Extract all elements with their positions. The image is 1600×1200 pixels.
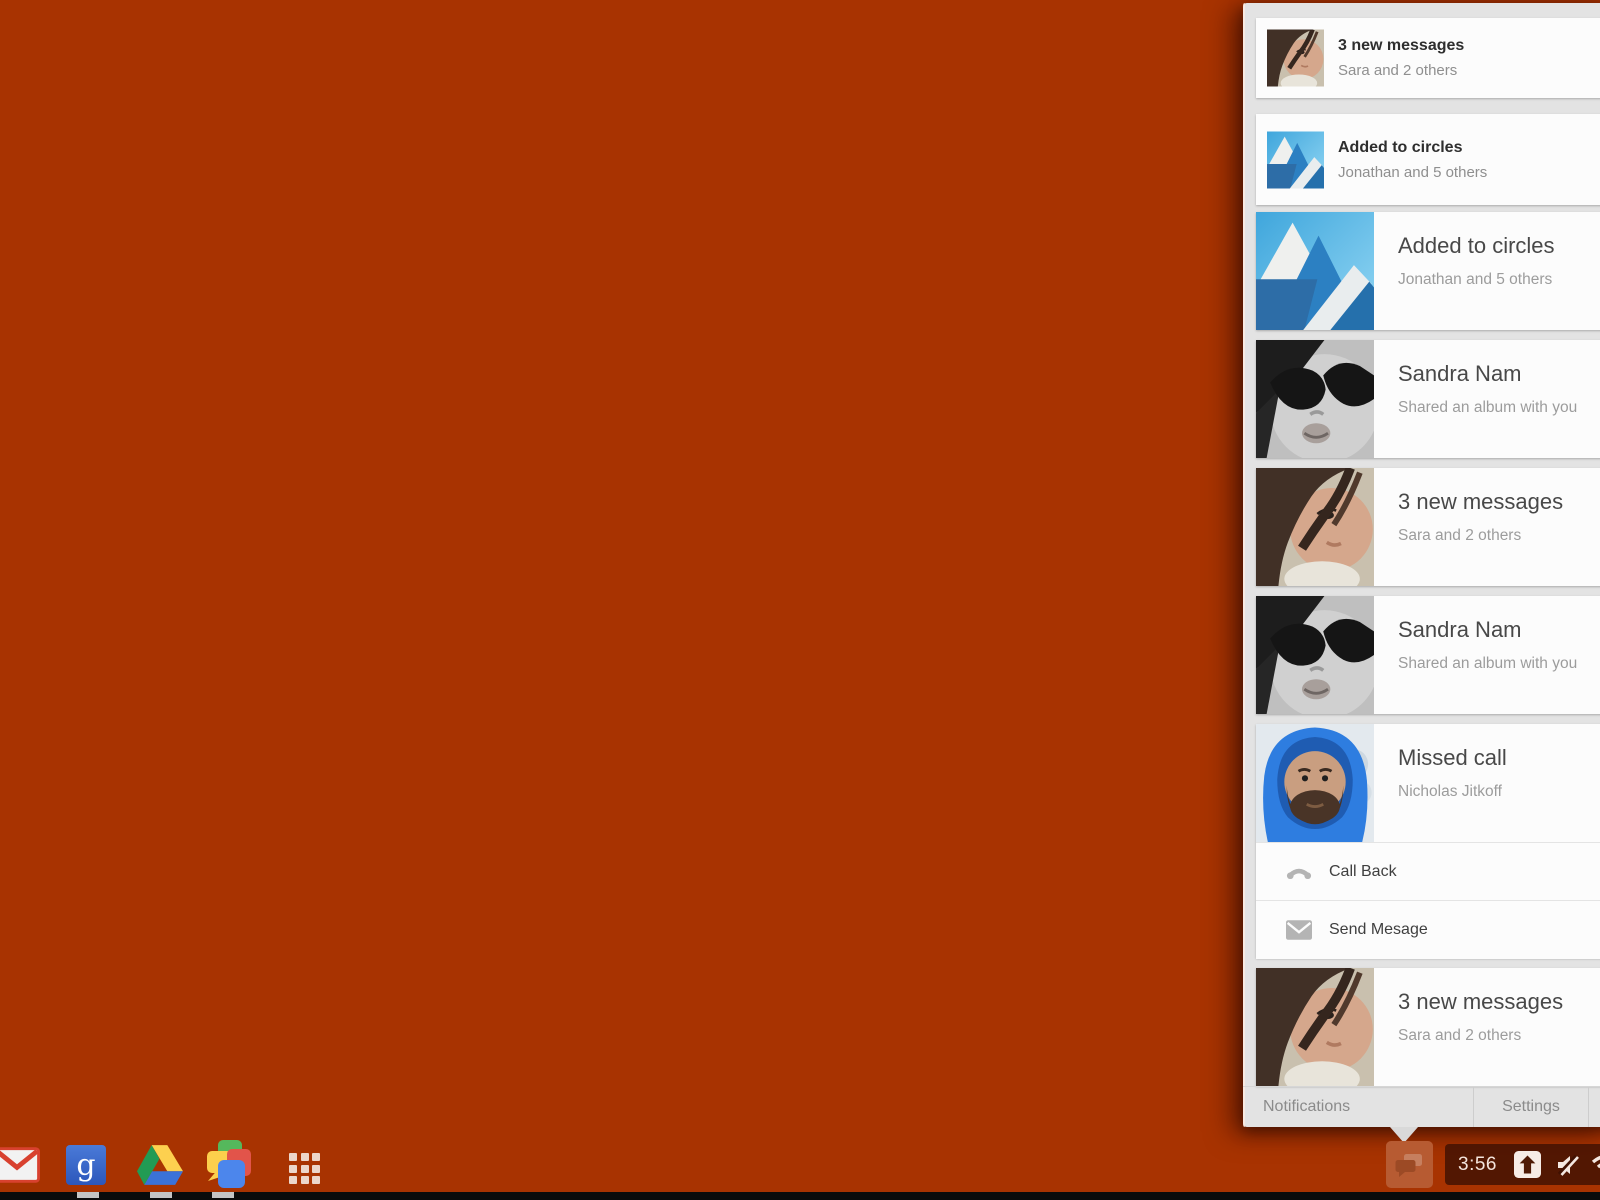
notification-card[interactable]: 3 new messages Sara and 2 others <box>1256 968 1600 1086</box>
notification-card[interactable]: Sandra Nam Shared an album with you <box>1256 596 1600 714</box>
mountain-logo <box>1256 212 1374 330</box>
phone-icon <box>1286 862 1312 882</box>
notification-action-send-mesage[interactable]: Send Mesage <box>1256 900 1600 959</box>
mail-icon <box>1286 920 1312 940</box>
notifications-tray-button[interactable] <box>1386 1141 1433 1188</box>
screen-bezel <box>0 1192 1600 1200</box>
notification-subtitle: Nicholas Jitkoff <box>1398 783 1507 801</box>
man-hood-avatar <box>1256 724 1374 842</box>
notification-title: Sandra Nam <box>1398 617 1577 643</box>
running-app-indicator <box>150 1192 172 1198</box>
notification-text: Added to circles Jonathan and 5 others <box>1398 233 1555 289</box>
clock: 3:56 <box>1458 1154 1497 1176</box>
notification-subtitle: Sara and 2 others <box>1398 1027 1563 1045</box>
notification-card[interactable]: Missed call Nicholas Jitkoff Call Back Se… <box>1256 724 1600 958</box>
panel-edge-highlight <box>1243 3 1245 1127</box>
notification-subtitle: Jonathan and 5 others <box>1338 164 1487 181</box>
notification-title: 3 new messages <box>1338 37 1464 55</box>
notification-title: Added to circles <box>1338 139 1487 157</box>
notification-title: 3 new messages <box>1398 989 1563 1015</box>
google-search-icon[interactable]: g <box>66 1145 106 1185</box>
google-drive-icon[interactable] <box>137 1145 183 1186</box>
notification-text: 3 new messages Sara and 2 others <box>1338 18 1464 98</box>
volume-muted-icon <box>1555 1153 1579 1177</box>
gmail-icon[interactable] <box>0 1147 40 1183</box>
notification-subtitle: Shared an album with you <box>1398 399 1577 417</box>
desktop: { "colors":{ "wallpaper":"#a83301", "pan… <box>0 0 1600 1200</box>
notification-card[interactable]: Added to circles Jonathan and 5 others <box>1256 114 1600 205</box>
notification-title: Sandra Nam <box>1398 361 1577 387</box>
notification-subtitle: Sara and 2 others <box>1398 527 1563 545</box>
notification-footer: Notifications Settings <box>1243 1086 1600 1127</box>
notification-list: 3 new messages Sara and 2 others Added to… <box>1256 18 1600 1096</box>
chat-bubbles-icon <box>1395 1151 1425 1179</box>
notification-subtitle: Sara and 2 others <box>1338 62 1464 79</box>
action-label: Send Mesage <box>1329 921 1428 939</box>
notification-subtitle: Shared an album with you <box>1398 655 1577 673</box>
notification-panel: 3 new messages Sara and 2 others Added to… <box>1243 3 1600 1127</box>
woman-color-avatar <box>1256 468 1374 586</box>
settings-button[interactable]: Settings <box>1473 1087 1589 1127</box>
notification-text: Sandra Nam Shared an album with you <box>1398 361 1577 417</box>
mountain-logo <box>1267 131 1324 188</box>
action-label: Call Back <box>1329 863 1397 881</box>
notification-text: 3 new messages Sara and 2 others <box>1398 989 1563 1045</box>
notification-title: Missed call <box>1398 745 1507 771</box>
wifi-icon <box>1591 1153 1600 1177</box>
notification-card[interactable]: Sandra Nam Shared an album with you <box>1256 340 1600 458</box>
woman-color-avatar <box>1267 30 1324 87</box>
running-app-indicator <box>77 1192 99 1198</box>
woman-color-avatar <box>1256 968 1374 1086</box>
update-icon <box>1514 1151 1541 1178</box>
notifications-footer-label: Notifications <box>1263 1087 1350 1127</box>
notification-text: Sandra Nam Shared an album with you <box>1398 617 1577 673</box>
svg-text:g: g <box>76 1148 95 1183</box>
running-app-indicator <box>212 1192 234 1198</box>
apps-grid-icon[interactable] <box>289 1153 320 1184</box>
google-chat-cards-icon[interactable] <box>205 1140 252 1189</box>
notification-text: 3 new messages Sara and 2 others <box>1398 489 1563 545</box>
notification-card[interactable]: Added to circles Jonathan and 5 others <box>1256 212 1600 330</box>
notification-card[interactable]: 3 new messages Sara and 2 others <box>1256 468 1600 586</box>
notification-text: Missed call Nicholas Jitkoff <box>1398 745 1507 801</box>
notification-text: Added to circles Jonathan and 5 others <box>1338 114 1487 205</box>
woman-bw-avatar <box>1256 340 1374 458</box>
notification-title: Added to circles <box>1398 233 1555 259</box>
notification-card[interactable]: 3 new messages Sara and 2 others <box>1256 18 1600 98</box>
notification-action-call-back[interactable]: Call Back <box>1256 842 1600 901</box>
system-tray[interactable]: 3:56 <box>1445 1144 1600 1185</box>
notification-subtitle: Jonathan and 5 others <box>1398 271 1555 289</box>
woman-bw-avatar <box>1256 596 1374 714</box>
notification-title: 3 new messages <box>1398 489 1563 515</box>
